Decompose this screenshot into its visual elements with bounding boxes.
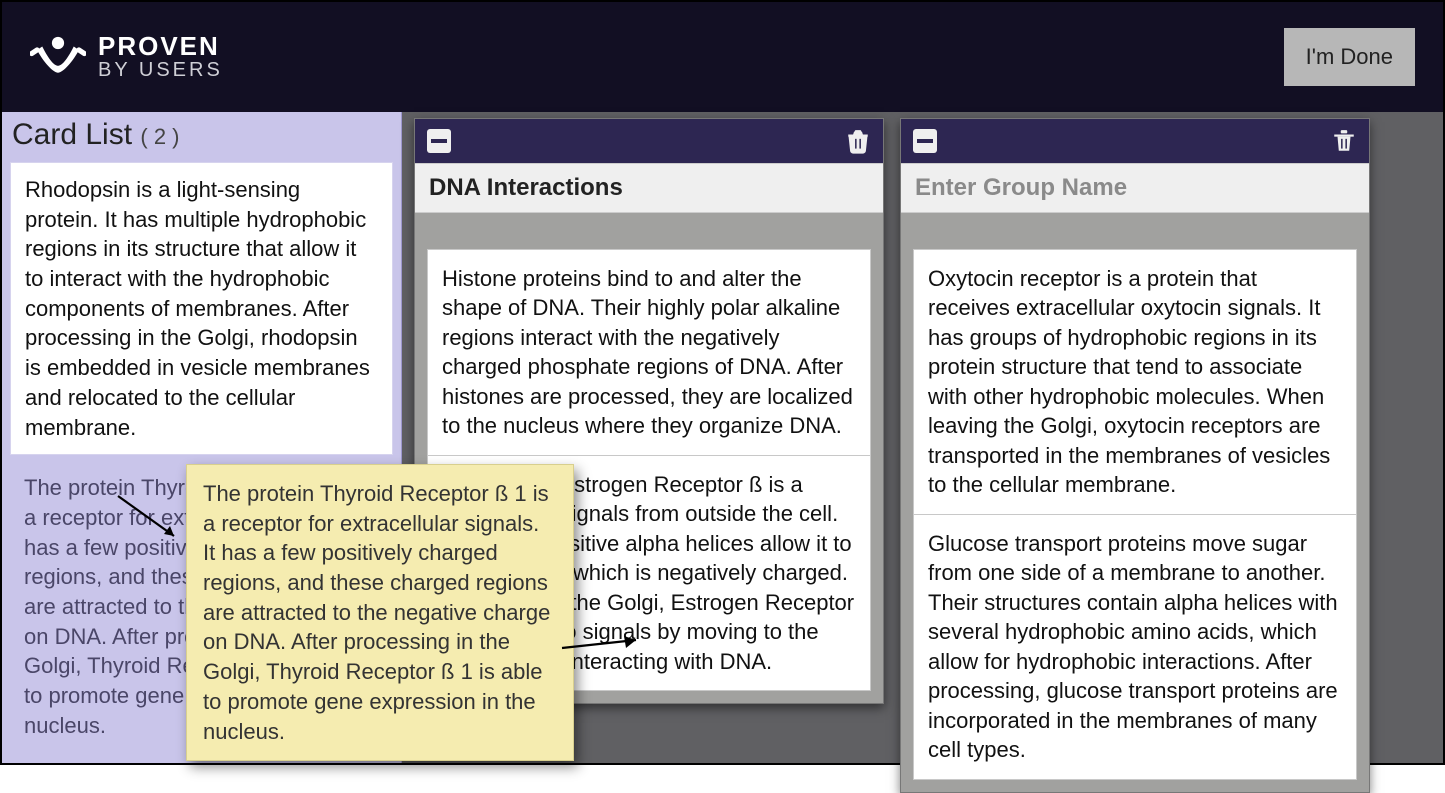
group-panel: Enter Group Name Oxytocin receptor is a …: [900, 118, 1370, 793]
collapse-icon: [431, 139, 447, 143]
stage: Card List ( 2 ) Rhodopsin is a light-sen…: [2, 112, 1443, 763]
group-header: [901, 119, 1369, 163]
group-card[interactable]: Glucose transport proteins move sugar fr…: [913, 515, 1357, 780]
app-frame: PROVEN BY USERS I'm Done Card List ( 2 )…: [0, 0, 1445, 765]
group-card[interactable]: Oxytocin receptor is a protein that rece…: [913, 249, 1357, 515]
collapse-icon: [917, 139, 933, 143]
card-list-count: ( 2 ): [140, 124, 179, 149]
header: PROVEN BY USERS I'm Done: [2, 2, 1443, 112]
collapse-button[interactable]: [427, 129, 451, 153]
done-button[interactable]: I'm Done: [1284, 28, 1415, 86]
brand-text: PROVEN BY USERS: [98, 33, 223, 81]
group-card[interactable]: Histone proteins bind to and alter the s…: [427, 249, 871, 456]
collapse-button[interactable]: [913, 129, 937, 153]
card-list-title-text: Card List: [12, 118, 132, 151]
group-body[interactable]: Oxytocin receptor is a protein that rece…: [901, 213, 1369, 792]
group-title-input[interactable]: DNA Interactions: [415, 163, 883, 213]
sidebar-card[interactable]: Rhodopsin is a light-sensing protein. It…: [10, 162, 393, 455]
dragging-card[interactable]: The protein Thyroid Receptor ß 1 is a re…: [186, 464, 574, 761]
brand-logo: PROVEN BY USERS: [30, 29, 223, 85]
trash-icon[interactable]: [1331, 128, 1357, 154]
brand-line1: PROVEN: [98, 33, 223, 60]
group-header: [415, 119, 883, 163]
trash-icon[interactable]: [845, 128, 871, 154]
card-list-title: Card List ( 2 ): [2, 112, 401, 162]
group-title-input[interactable]: Enter Group Name: [901, 163, 1369, 213]
brand-line2: BY USERS: [98, 60, 223, 81]
logo-icon: [30, 29, 86, 85]
